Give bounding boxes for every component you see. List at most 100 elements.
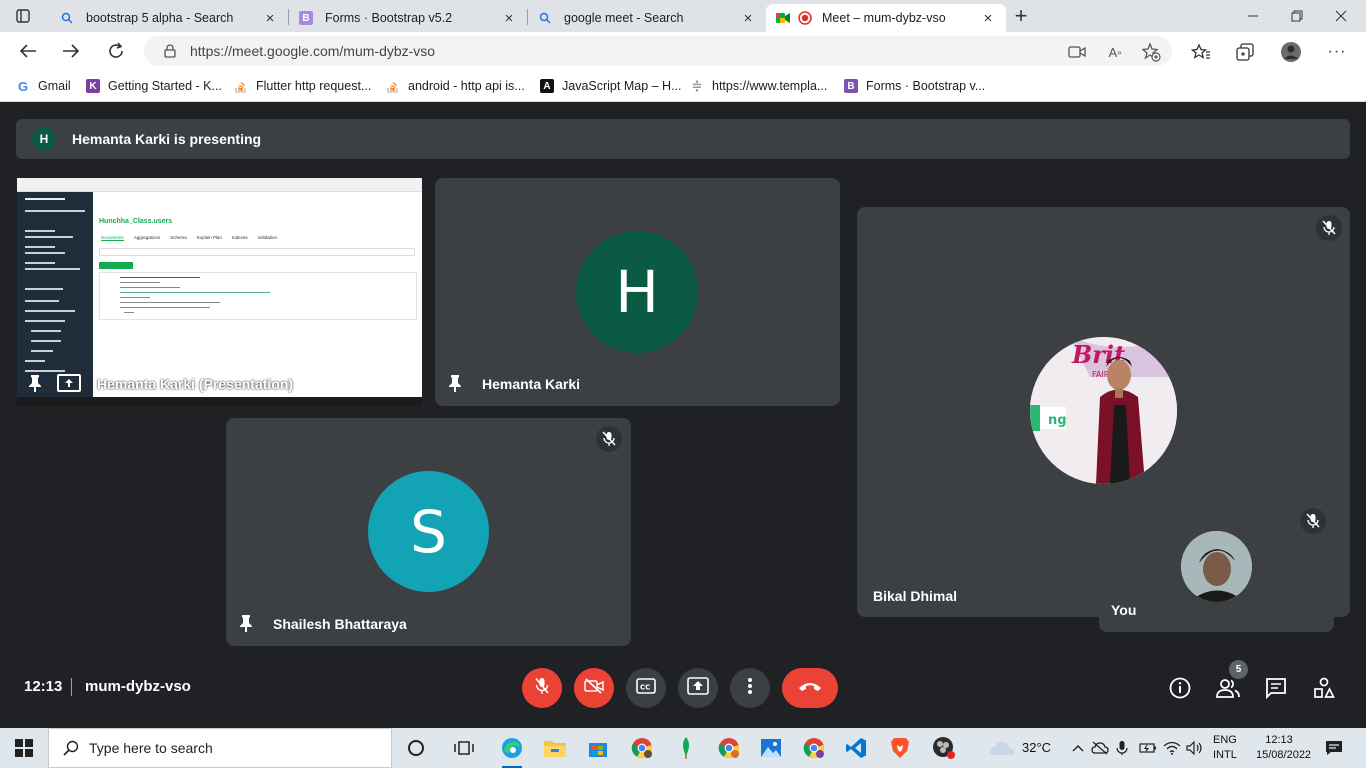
minimize-icon[interactable]: [1240, 3, 1266, 29]
stackoverflow-icon: [386, 79, 400, 93]
tab-title: Forms · Bootstrap v5.2: [325, 11, 453, 25]
participant-photo: Brit FAIR ng: [1030, 337, 1177, 484]
presentation-name: Hemanta Karki (Presentation): [97, 376, 294, 392]
close-icon[interactable]: ×: [980, 10, 996, 27]
people-icon[interactable]: [1216, 676, 1240, 700]
bookmark-getting-started[interactable]: K Getting Started - K...: [86, 76, 222, 96]
vscode-icon[interactable]: [842, 734, 870, 762]
search-icon: [60, 11, 74, 25]
tab-validation: Validation: [257, 235, 278, 240]
close-icon[interactable]: ×: [501, 10, 517, 27]
tab-meet[interactable]: Meet – mum-dybz-vso ×: [766, 4, 1006, 32]
chrome-profile-icon[interactable]: [715, 734, 743, 762]
meeting-details-icon[interactable]: [1168, 676, 1192, 700]
participant-name: Hemanta Karki: [482, 376, 581, 392]
participant-tile-hemanta[interactable]: H Hemanta Karki: [435, 178, 840, 406]
url-text: https://meet.google.com/mum-dybz-vso: [190, 43, 436, 59]
camera-toggle-button[interactable]: [574, 668, 614, 708]
bookmark-flutter-http[interactable]: Flutter http request...: [234, 76, 371, 96]
more-options-button[interactable]: [730, 668, 770, 708]
restore-icon[interactable]: [1284, 3, 1310, 29]
bookmark-label: JavaScript Map – H...: [562, 79, 682, 93]
temperature-text: 32°C: [1022, 740, 1052, 755]
favorites-icon[interactable]: [1190, 41, 1212, 63]
svg-text:CC: CC: [640, 683, 650, 691]
file-explorer-icon[interactable]: [541, 734, 569, 762]
search-icon: [63, 740, 79, 756]
presentation-tile[interactable]: Hunchha_Class.users Documents Aggregatio…: [17, 178, 422, 406]
notifications-icon[interactable]: [1320, 734, 1348, 762]
read-aloud-icon[interactable]: A»: [1104, 41, 1126, 63]
add-favorite-icon[interactable]: [1140, 41, 1162, 63]
present-now-button[interactable]: [678, 668, 718, 708]
brave-icon[interactable]: [886, 734, 914, 762]
url-field[interactable]: https://meet.google.com/mum-dybz-vso: [144, 36, 1172, 66]
forward-icon[interactable]: [58, 38, 84, 64]
mongodb-compass-icon[interactable]: [672, 734, 700, 762]
language-indicator[interactable]: ENG INTL: [1213, 733, 1237, 763]
mic-toggle-button[interactable]: [522, 668, 562, 708]
chrome-profile-2-icon[interactable]: [800, 734, 828, 762]
pin-icon[interactable]: [447, 374, 463, 397]
windows-start-icon[interactable]: [10, 734, 38, 762]
activities-icon[interactable]: [1312, 676, 1336, 700]
participant-tile-you[interactable]: You: [1099, 500, 1334, 632]
template-icon: ≑: [691, 78, 703, 93]
microphone-icon[interactable]: [1108, 734, 1136, 762]
task-view-icon[interactable]: [450, 734, 478, 762]
camera-off-icon: [584, 677, 604, 699]
cortana-icon[interactable]: [402, 734, 430, 762]
captions-button[interactable]: CC: [626, 668, 666, 708]
chat-icon[interactable]: [1264, 676, 1288, 700]
end-call-button[interactable]: [782, 668, 838, 708]
tab-forms-bootstrap[interactable]: B Forms · Bootstrap v5.2 ×: [289, 4, 527, 32]
screen-titlebar: [17, 178, 422, 192]
bookmark-gmail[interactable]: G Gmail: [16, 76, 71, 96]
edge-icon[interactable]: [498, 734, 526, 768]
tab-title: google meet - Search: [564, 11, 684, 25]
participant-tile-shailesh[interactable]: S Shailesh Bhattaraya: [226, 418, 631, 646]
participant-name: Shailesh Bhattaraya: [273, 616, 407, 632]
volume-icon[interactable]: [1181, 734, 1209, 762]
present-screen-icon[interactable]: [57, 374, 81, 392]
screen-sidebar: [17, 192, 93, 398]
presenter-avatar: H: [32, 127, 56, 151]
bootstrap-icon: B: [299, 11, 313, 25]
tab-actions-icon[interactable]: [10, 3, 36, 29]
closed-captions-icon: CC: [636, 677, 656, 699]
pin-icon[interactable]: [238, 614, 254, 637]
more-menu-icon[interactable]: ···: [1326, 41, 1348, 63]
tab-bootstrap-search[interactable]: bootstrap 5 alpha - Search ×: [50, 4, 288, 32]
bookmark-template[interactable]: ≑ https://www.templa...: [690, 76, 828, 96]
mic-off-icon: [596, 426, 622, 452]
chrome-icon[interactable]: [628, 734, 656, 762]
google-meet-icon: [776, 11, 790, 25]
google-icon: G: [17, 78, 29, 94]
tab-schema: Schema: [170, 235, 187, 240]
address-bar-row: https://meet.google.com/mum-dybz-vso A» …: [0, 32, 1366, 70]
weather-icon: [988, 734, 1016, 762]
camera-in-use-icon[interactable]: [1066, 41, 1088, 63]
tab-google-meet-search[interactable]: google meet - Search ×: [528, 4, 766, 32]
bookmark-android-http[interactable]: android - http api is...: [386, 76, 525, 96]
microsoft-store-icon[interactable]: [584, 734, 612, 762]
system-clock[interactable]: 12:13 15/08/2022: [1256, 733, 1312, 763]
bookmark-javascript-map[interactable]: A JavaScript Map – H...: [540, 76, 682, 96]
photos-icon[interactable]: [757, 734, 785, 762]
back-icon[interactable]: [15, 38, 41, 64]
taskbar-search-box[interactable]: Type here to search: [48, 728, 392, 768]
system-date: 15/08/2022: [1256, 749, 1312, 761]
close-window-icon[interactable]: [1328, 3, 1354, 29]
presenting-banner: H Hemanta Karki is presenting: [16, 119, 1350, 159]
close-icon[interactable]: ×: [740, 10, 756, 27]
collection-title: Hunchha_Class.users: [99, 218, 173, 225]
profile-avatar[interactable]: [1280, 41, 1302, 63]
pin-icon[interactable]: [27, 374, 43, 397]
refresh-icon[interactable]: [103, 38, 129, 64]
new-tab-button[interactable]: +: [1008, 3, 1034, 29]
obs-icon[interactable]: [930, 734, 958, 762]
close-icon[interactable]: ×: [262, 10, 278, 27]
bookmark-forms-bootstrap[interactable]: B Forms · Bootstrap v...: [844, 76, 985, 96]
collections-icon[interactable]: [1234, 41, 1256, 63]
recording-icon: [798, 11, 812, 25]
